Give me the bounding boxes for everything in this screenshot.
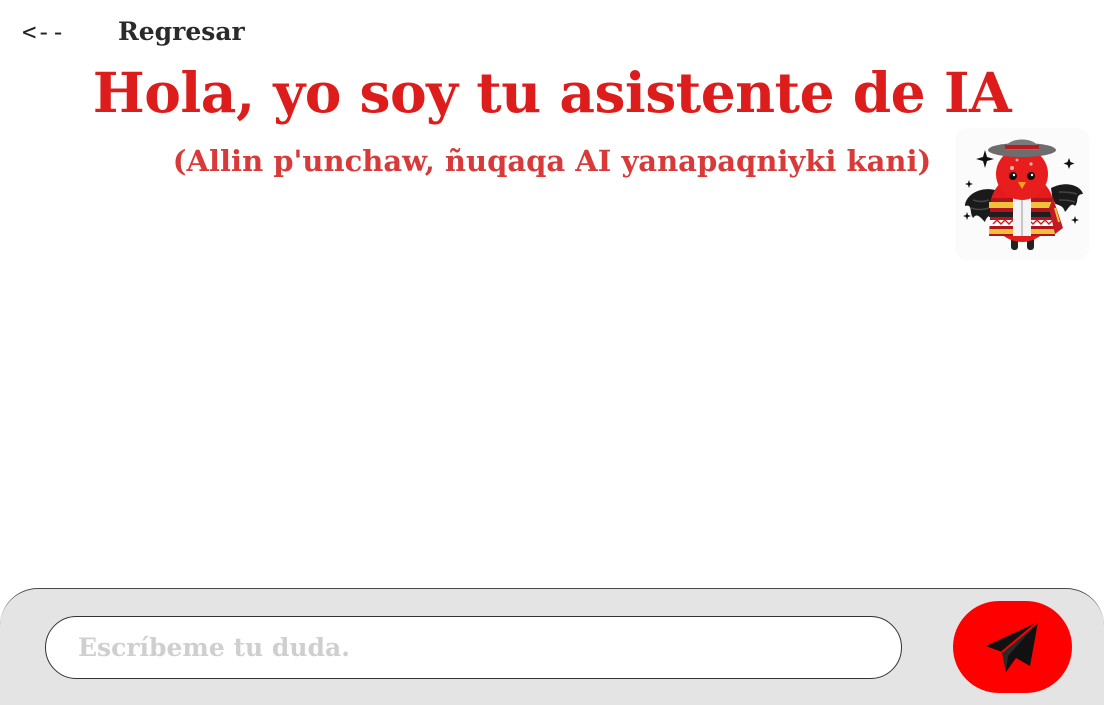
message-input[interactable] bbox=[45, 616, 902, 679]
page-subtitle: (Allin p'unchaw, ñuqaqa AI yanapaqniyki … bbox=[172, 144, 932, 178]
page-title: Hola, yo soy tu asistente de IA bbox=[92, 60, 1012, 125]
bird-mascot-icon bbox=[963, 139, 1083, 250]
assistant-avatar bbox=[955, 128, 1089, 260]
back-button[interactable]: Regresar bbox=[118, 16, 245, 48]
chat-page: <-- Regresar Hola, yo soy tu asistente d… bbox=[0, 0, 1104, 705]
back-arrow-icon[interactable]: <-- bbox=[22, 18, 65, 46]
send-button[interactable] bbox=[953, 601, 1072, 693]
paper-plane-icon bbox=[985, 621, 1039, 672]
